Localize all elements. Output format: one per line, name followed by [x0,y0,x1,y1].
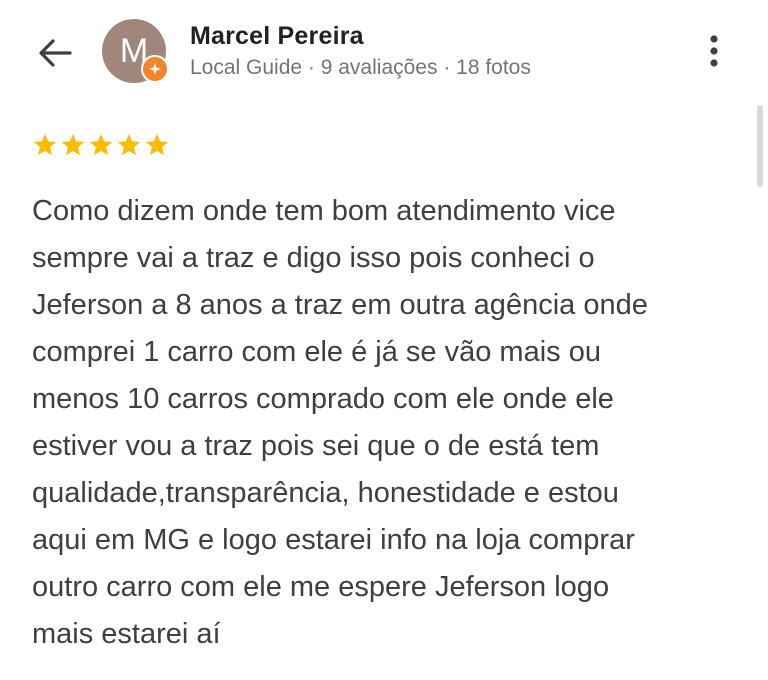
back-button[interactable] [34,33,74,73]
review-header: M Marcel Pereira Local Guide · 9 avaliaç… [0,0,768,110]
author-avatar[interactable]: M [102,19,169,83]
author-name[interactable]: Marcel Pereira [190,22,364,51]
arrow-back-icon [39,39,72,67]
author-meta: Local Guide · 9 avaliações · 18 fotos [190,56,531,79]
review-text: Como dizem onde tem bom atendimento vice… [32,195,648,650]
local-guide-badge-icon [141,55,169,83]
scrollbar[interactable] [757,105,763,187]
star-icon [145,133,169,156]
more-options-button[interactable] [702,34,726,68]
star-rating [32,132,170,158]
star-icon [33,133,57,156]
more-vert-icon [710,35,718,67]
star-icon [89,133,113,156]
star-icon [117,133,141,156]
local-guide-star-icon [149,63,161,75]
star-icon [61,133,85,156]
